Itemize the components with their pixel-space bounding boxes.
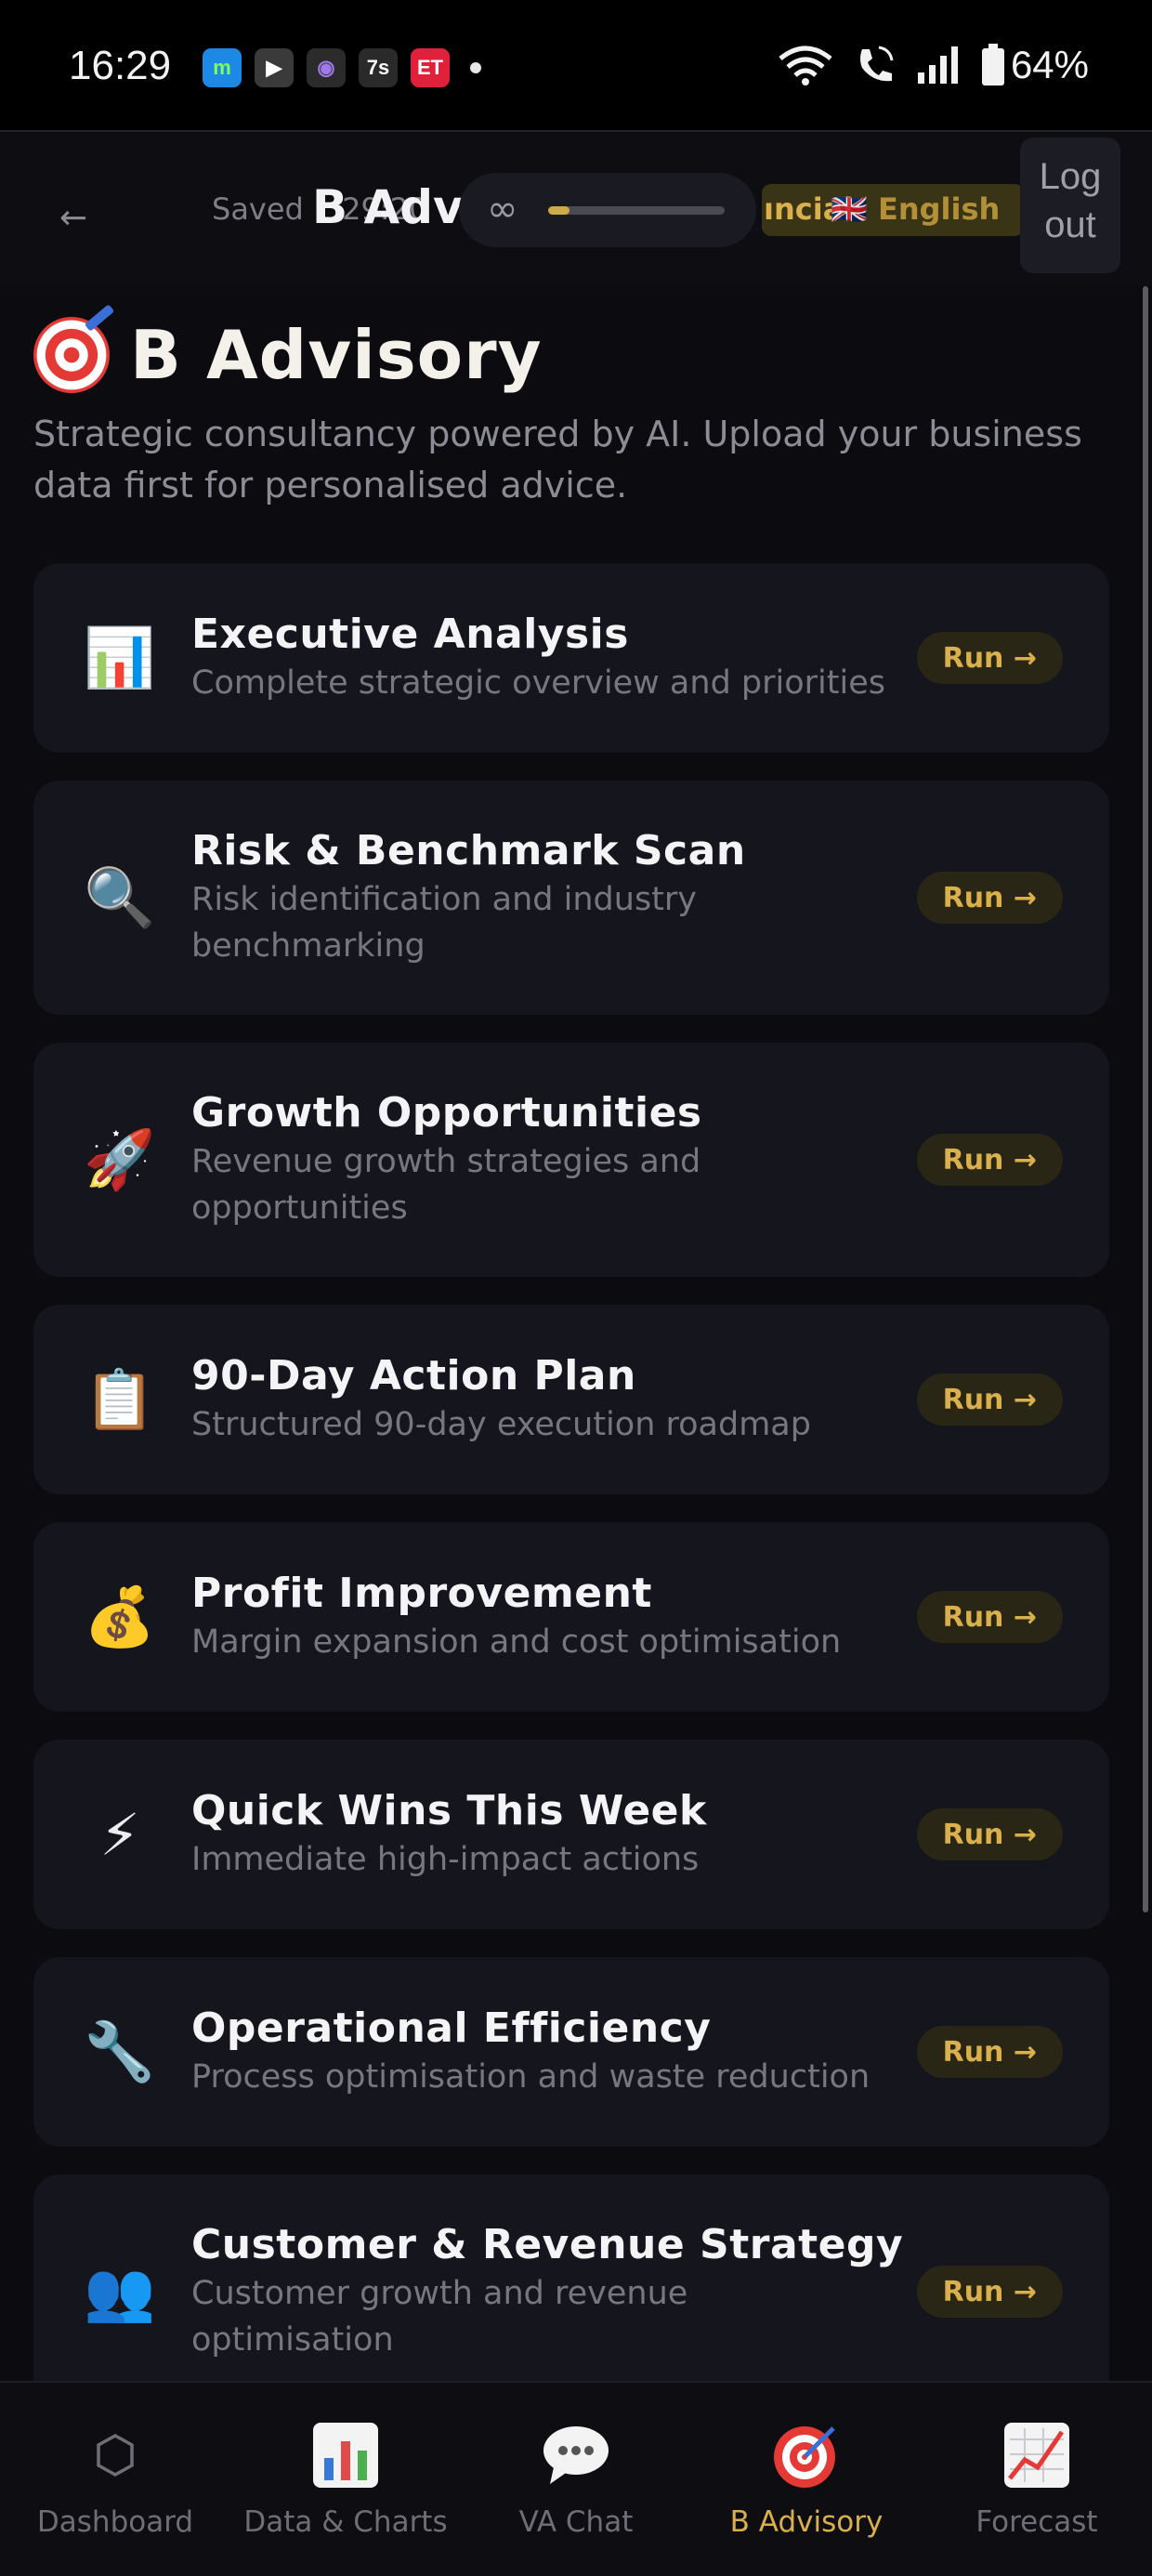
- speech-bubble-icon: [541, 2418, 611, 2492]
- card-description: Structured 90-day execution roadmap: [191, 1405, 811, 1443]
- advisory-card[interactable]: 🔍 Risk & Benchmark Scan Risk identificati…: [33, 781, 1109, 1015]
- logout-label-line1: Log: [1039, 156, 1102, 197]
- card-title: 90-Day Action Plan: [191, 1351, 636, 1400]
- logout-button[interactable]: Log out: [1020, 138, 1120, 273]
- scrollbar[interactable]: [1143, 286, 1148, 1912]
- nav-dashboard[interactable]: Dashboard: [0, 2383, 230, 2576]
- target-icon: [33, 317, 110, 393]
- status-bar: 16:29 m ▶ ◉ 7s ET 64%: [0, 0, 1152, 130]
- back-button[interactable]: ←: [59, 199, 87, 237]
- header-title: B Adv: [312, 180, 464, 234]
- battery-group: 64%: [981, 43, 1089, 87]
- nav-b-advisory[interactable]: B Advisory: [691, 2383, 922, 2576]
- card-description: Process optimisation and waste reduction: [191, 2057, 871, 2096]
- nav-va-chat[interactable]: VA Chat: [461, 2383, 691, 2576]
- youtube-icon: ▶: [255, 48, 294, 87]
- m-app-icon: m: [203, 48, 242, 87]
- clipboard-icon: 📋: [84, 1365, 156, 1433]
- page-subtitle: Strategic consultancy powered by AI. Upl…: [33, 414, 1082, 506]
- app-header: ← Saved 1:29:20 B Adv ∞ ıncial 🇬🇧 Englis…: [0, 130, 1152, 286]
- magnifier-icon: 🔍: [84, 863, 156, 931]
- run-button[interactable]: Run →: [916, 1808, 1063, 1860]
- advisory-card[interactable]: 📊 Executive Analysis Complete strategic o…: [33, 563, 1109, 753]
- run-button[interactable]: Run →: [916, 1591, 1063, 1643]
- card-title: Profit Improvement: [191, 1569, 652, 1617]
- card-title: Executive Analysis: [191, 610, 629, 658]
- nav-label: Data & Charts: [243, 2505, 448, 2539]
- card-title: Quick Wins This Week: [191, 1786, 707, 1834]
- people-icon: 👥: [84, 2257, 156, 2325]
- run-button[interactable]: Run →: [916, 2026, 1063, 2078]
- hexagon-icon: [95, 2418, 136, 2492]
- logout-label-line2: out: [1044, 204, 1096, 245]
- run-button[interactable]: Run →: [916, 2266, 1063, 2318]
- card-title: Operational Efficiency: [191, 2004, 712, 2052]
- card-description: Revenue growth strategies and opportunit…: [191, 1142, 701, 1227]
- nav-label: B Advisory: [729, 2505, 884, 2539]
- run-button[interactable]: Run →: [916, 872, 1063, 924]
- bar-chart-icon: [311, 2418, 380, 2492]
- bar-chart-icon: 📊: [84, 624, 156, 691]
- card-title: Risk & Benchmark Scan: [191, 826, 746, 874]
- notification-icons: m ▶ ◉ 7s ET: [203, 48, 481, 87]
- card-description: Immediate high-impact actions: [191, 1840, 700, 1878]
- advisory-card[interactable]: 🔧 Operational Efficiency Process optimisa…: [33, 1957, 1109, 2147]
- status-time: 16:29: [69, 43, 172, 88]
- language-label: 🇬🇧 English: [831, 191, 1001, 227]
- wifi-call-icon: [859, 46, 894, 82]
- nav-data-charts[interactable]: Data & Charts: [230, 2383, 461, 2576]
- advisory-card[interactable]: 👥 Customer & Revenue Strategy Customer gr…: [33, 2175, 1109, 2409]
- battery-icon: [981, 44, 1004, 85]
- lightning-icon: ⚡: [99, 1800, 140, 1869]
- infinity-icon: ∞: [487, 188, 518, 230]
- progress-track: [548, 206, 725, 215]
- money-bag-icon: 💰: [84, 1583, 156, 1650]
- bottom-nav: Dashboard Data & Charts VA Chat B Adviso…: [0, 2381, 1152, 2576]
- chrome-icon: ◉: [307, 48, 346, 87]
- language-selector[interactable]: ıncial 🇬🇧 English: [762, 184, 1024, 236]
- rocket-icon: 🚀: [84, 1125, 156, 1193]
- run-button[interactable]: Run →: [916, 1373, 1063, 1426]
- et-app-icon: ET: [411, 48, 450, 87]
- nav-label: Dashboard: [36, 2505, 194, 2539]
- target-icon: [772, 2418, 841, 2492]
- advisory-card[interactable]: ⚡ Quick Wins This Week Immediate high-imp…: [33, 1740, 1109, 1929]
- run-button[interactable]: Run →: [916, 632, 1063, 684]
- advisory-card[interactable]: 📋 90-Day Action Plan Structured 90-day ex…: [33, 1305, 1109, 1494]
- advisory-card-list: 📊 Executive Analysis Complete strategic o…: [33, 563, 1109, 2437]
- card-description: Complete strategic overview and prioriti…: [191, 664, 885, 702]
- advisory-card[interactable]: 💰 Profit Improvement Margin expansion and…: [33, 1522, 1109, 1712]
- more-notifications-dot: [470, 62, 481, 73]
- card-title: Customer & Revenue Strategy: [191, 2220, 904, 2268]
- nav-forecast[interactable]: Forecast: [922, 2383, 1152, 2576]
- signal-icon: [917, 46, 958, 84]
- card-description: Risk identification and industry benchma…: [191, 880, 698, 965]
- card-title: Growth Opportunities: [191, 1088, 702, 1137]
- progress-fill: [548, 206, 569, 215]
- 7s-app-icon: 7s: [359, 48, 398, 87]
- progress-indicator: ∞: [459, 173, 756, 247]
- nav-label: Forecast: [975, 2505, 1098, 2539]
- trend-chart-icon: [1002, 2418, 1071, 2492]
- page-title: B Advisory: [130, 316, 543, 394]
- page-title-row: B Advisory: [33, 316, 543, 394]
- nav-label: VA Chat: [518, 2505, 634, 2539]
- card-description: Margin expansion and cost optimisation: [191, 1623, 842, 1661]
- status-right: 64%: [777, 43, 1089, 87]
- wrench-icon: 🔧: [84, 2017, 156, 2085]
- advisory-card[interactable]: 🚀 Growth Opportunities Revenue growth str…: [33, 1043, 1109, 1277]
- wifi-icon: [779, 46, 832, 85]
- battery-percent: 64%: [1010, 43, 1089, 86]
- run-button[interactable]: Run →: [916, 1134, 1063, 1186]
- card-description: Customer growth and revenue optimisation: [191, 2274, 688, 2359]
